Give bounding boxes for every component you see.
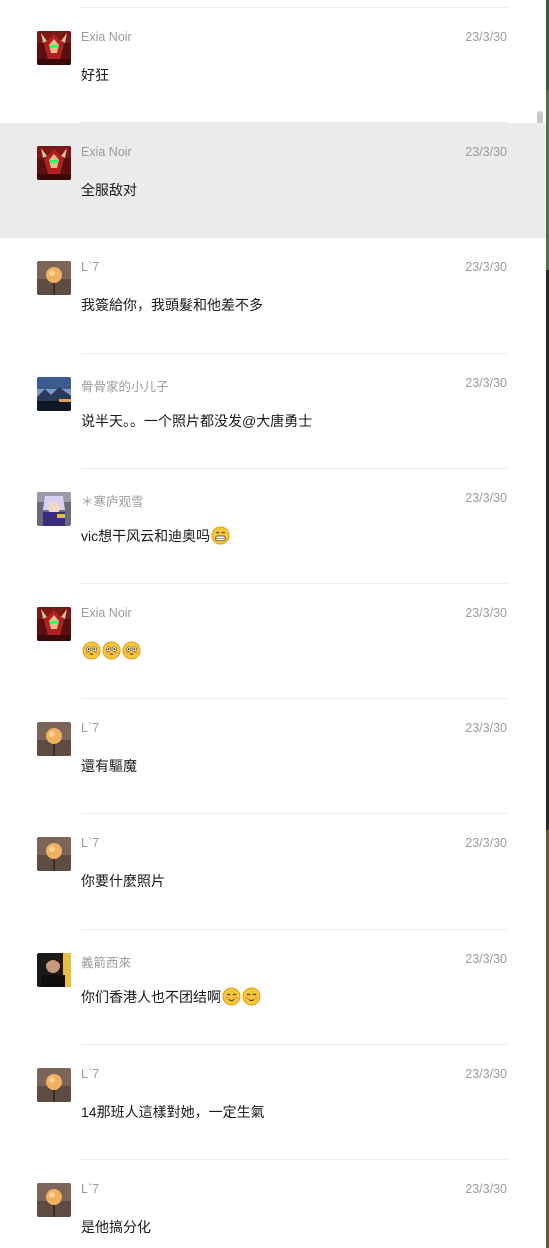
sender-name[interactable]: 義箭西來 [81,952,131,971]
message-text: 你们香港人也不团结啊 [81,987,261,1007]
message-item[interactable]: Exia Noir 23/3/30 全服敌对 [0,123,546,239]
avatar[interactable] [37,376,71,411]
sender-name[interactable]: L`7 [81,721,99,735]
sender-name[interactable]: L`7 [81,1182,99,1196]
sender-name[interactable]: Exia Noir [81,30,132,44]
message-time: 23/3/30 [465,951,507,966]
avatar[interactable] [37,1067,71,1102]
sender-name[interactable]: Exia Noir [81,606,132,620]
message-item[interactable]: L`7 23/3/30 還有驅魔 [0,699,546,815]
message-item[interactable]: L`7 23/3/30 是他搞分化 [0,1160,546,1248]
message-time: 23/3/30 [465,145,507,160]
message-time: 23/3/30 [465,1181,507,1196]
message-time: 23/3/30 [465,260,507,275]
message-text: 你要什麼照片 [81,871,165,891]
message-text: 说半天。。一个照片都没发@大唐勇士 [81,411,312,431]
avatar[interactable] [37,261,71,296]
sender-name[interactable]: L`7 [81,836,99,850]
message-list: Exia Noir 23/3/30 好狂 Exia Noir 23/3/30 全… [0,8,546,1248]
flushed-emoji-icon [121,641,141,660]
sender-name[interactable]: ＊寒庐观雪 [81,491,144,510]
avatar[interactable] [37,31,71,65]
blush-emoji-icon [241,987,261,1006]
sender-name[interactable]: L`7 [81,1067,99,1081]
message-text: 14那班人這樣對她，一定生氣 [81,1102,265,1122]
message-time: 23/3/30 [465,490,507,505]
message-item[interactable]: L`7 23/3/30 你要什麼照片 [0,814,546,930]
message-text: 還有驅魔 [81,756,137,776]
message-item[interactable]: Exia Noir 23/3/30 好狂 [0,8,546,124]
message-text-content: 14那班人這樣對她，一定生氣 [81,1103,265,1120]
message-time: 23/3/30 [465,605,507,620]
grin-emoji-icon [210,526,230,545]
message-text-content: 你要什麼照片 [81,873,165,890]
chat-window: Exia Noir 23/3/30 好狂 Exia Noir 23/3/30 全… [0,0,549,1248]
message-text: 好狂 [81,65,109,85]
message-text: vic想干风云和迪奥吗 [81,526,230,546]
message-text-content: 還有驅魔 [81,758,137,775]
avatar[interactable] [37,722,71,757]
avatar[interactable] [37,1182,71,1217]
sender-name[interactable]: 骨骨家的小儿子 [81,376,169,395]
message-item[interactable]: Exia Noir 23/3/30 [0,584,546,700]
message-time: 23/3/30 [465,375,507,390]
message-item[interactable]: ＊寒庐观雪 23/3/30 vic想干风云和迪奥吗 [0,469,546,584]
message-item[interactable]: L`7 23/3/30 我簽給你，我頭髮和他差不多 [0,238,546,354]
avatar[interactable] [37,952,71,987]
message-text-content: 全服敌对 [81,182,137,199]
avatar[interactable] [37,491,71,526]
message-time: 23/3/30 [465,836,507,851]
flushed-emoji-icon [101,641,121,660]
message-text-content: 你们香港人也不团结啊 [81,988,221,1005]
sender-name[interactable]: L`7 [81,260,99,274]
message-time: 23/3/30 [465,30,507,44]
avatar[interactable] [37,606,71,641]
message-text: 我簽給你，我頭髮和他差不多 [81,295,263,315]
message-text-content: 说半天。。一个照片都没发@大唐勇士 [81,412,313,429]
sender-name[interactable]: Exia Noir [81,145,132,159]
message-text-content: 我簽給你，我頭髮和他差不多 [81,297,263,314]
message-text-content: 好狂 [81,67,109,83]
message-text-content: 是他搞分化 [81,1218,151,1235]
blush-emoji-icon [221,987,241,1006]
message-item[interactable]: 義箭西來 23/3/30 你们香港人也不团结啊 [0,930,546,1045]
message-time: 23/3/30 [465,1066,507,1081]
avatar[interactable] [37,146,71,181]
message-text [81,641,141,660]
message-item[interactable]: 骨骨家的小儿子 23/3/30 说半天。。一个照片都没发@大唐勇士 [0,354,546,469]
avatar[interactable] [37,837,71,872]
message-item[interactable]: L`7 23/3/30 14那班人這樣對她，一定生氣 [0,1045,546,1160]
flushed-emoji-icon [81,641,101,660]
message-text: 全服敌对 [81,180,137,200]
message-time: 23/3/30 [465,721,507,736]
message-text-content: vic想干风云和迪奥吗 [81,527,211,544]
message-text: 是他搞分化 [81,1217,151,1237]
